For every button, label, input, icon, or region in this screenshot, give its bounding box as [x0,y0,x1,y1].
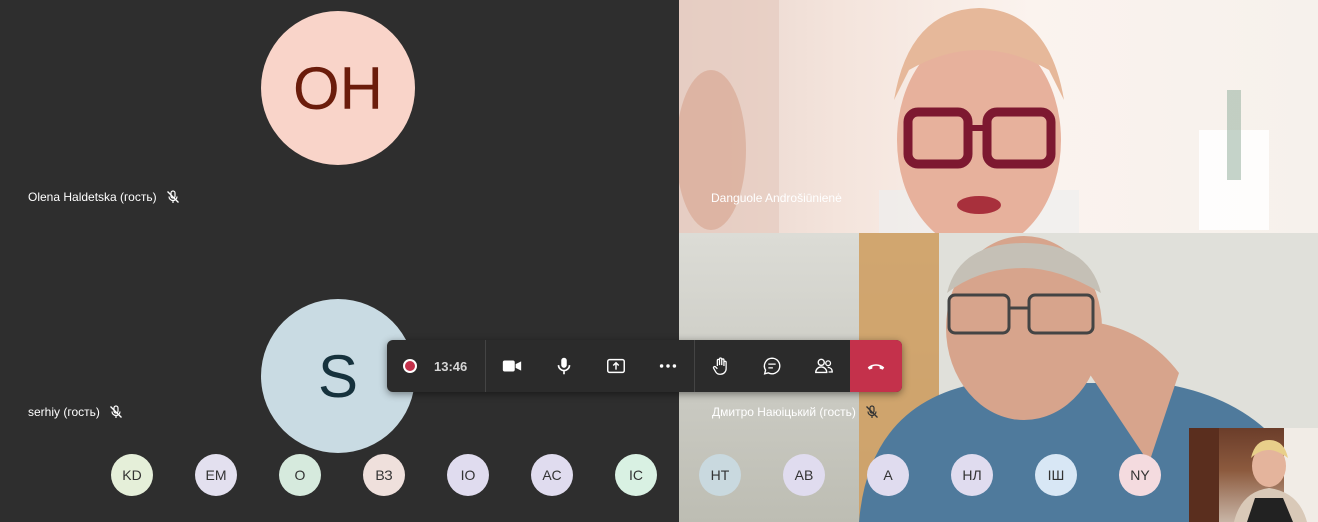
bubble-initials: ВЗ [375,467,393,483]
avatar-initials: OH [293,54,383,122]
participant-overflow-row: KD EM O ВЗ ІО АС ІС НТ АВ А НЛ ІШ NY [111,454,1161,496]
microphone-muted-icon [109,405,122,418]
more-options-icon [659,364,676,368]
share-screen-button[interactable] [590,340,642,392]
participant-bubble[interactable]: ІС [615,454,657,496]
participant-name-label: Olena Haldetska (гость) [28,189,181,205]
participants-icon [815,358,834,374]
bubble-initials: А [883,467,893,483]
participant-name: Olena Haldetska (гость) [28,190,157,204]
bubble-initials: НТ [710,467,730,483]
bubble-initials: ІС [629,467,643,483]
meeting-timer: 13:46 [434,358,468,374]
bubble-initials: KD [122,467,142,483]
chat-button[interactable] [746,340,798,392]
participant-name-label: Дмитро Наюіцький (гость) [712,404,880,420]
bubble-initials: ІО [460,467,476,483]
bubble-initials: АВ [794,467,814,483]
camera-button[interactable] [486,340,538,392]
bubble-initials: НЛ [962,467,982,483]
participant-bubble[interactable]: NY [1119,454,1161,496]
self-video-preview[interactable] [1189,428,1318,522]
camera-icon [503,360,522,372]
participant-name: Дмитро Наюіцький (гость) [712,405,856,419]
participant-bubble[interactable]: НЛ [951,454,993,496]
meeting-controls-toolbar: 13:46 [387,340,902,392]
participant-bubble[interactable]: ВЗ [363,454,405,496]
hang-up-icon [867,364,885,370]
avatar-initials: S [317,342,359,410]
bubble-initials: NY [1130,467,1150,483]
bubble-initials: O [294,467,306,483]
participant-bubble[interactable]: ІО [447,454,489,496]
self-video-feed [1189,428,1318,522]
recording-status: 13:46 [387,340,485,392]
chat-icon [764,357,781,375]
hang-up-button[interactable] [850,340,902,392]
participant-name: serhiy (гость) [28,405,100,419]
participant-tile-olena[interactable]: OH Olena Haldetska (гость) [0,0,679,233]
participant-name: Danguole Androšiūnienė [711,191,842,205]
microphone-muted-icon [166,190,179,203]
participant-bubble[interactable]: ІШ [1035,454,1077,496]
participant-name-label: serhiy (гость) [28,404,124,420]
avatar-olena: OH [261,11,415,165]
participant-bubble[interactable]: O [279,454,321,496]
microphone-button[interactable] [538,340,590,392]
participant-bubble[interactable]: EM [195,454,237,496]
participant-bubble[interactable]: АС [531,454,573,496]
bubble-initials: ІШ [1047,467,1065,483]
raise-hand-icon [712,357,727,375]
participant-bubble[interactable]: АВ [783,454,825,496]
participant-bubble[interactable]: KD [111,454,153,496]
share-screen-icon [606,358,625,374]
raise-hand-button[interactable] [695,340,747,392]
record-icon [403,359,417,373]
bubble-initials: EM [205,467,227,483]
microphone-muted-icon [865,405,878,418]
participant-bubble[interactable]: НТ [699,454,741,496]
participant-bubble[interactable]: А [867,454,909,496]
participant-tile-danguole[interactable]: Danguole Androšiūnienė [679,0,1318,233]
bubble-initials: АС [542,467,562,483]
more-options-button[interactable] [642,340,694,392]
microphone-icon [557,357,571,375]
participant-name-label: Danguole Androšiūnienė [711,191,842,205]
participants-button[interactable] [798,340,850,392]
